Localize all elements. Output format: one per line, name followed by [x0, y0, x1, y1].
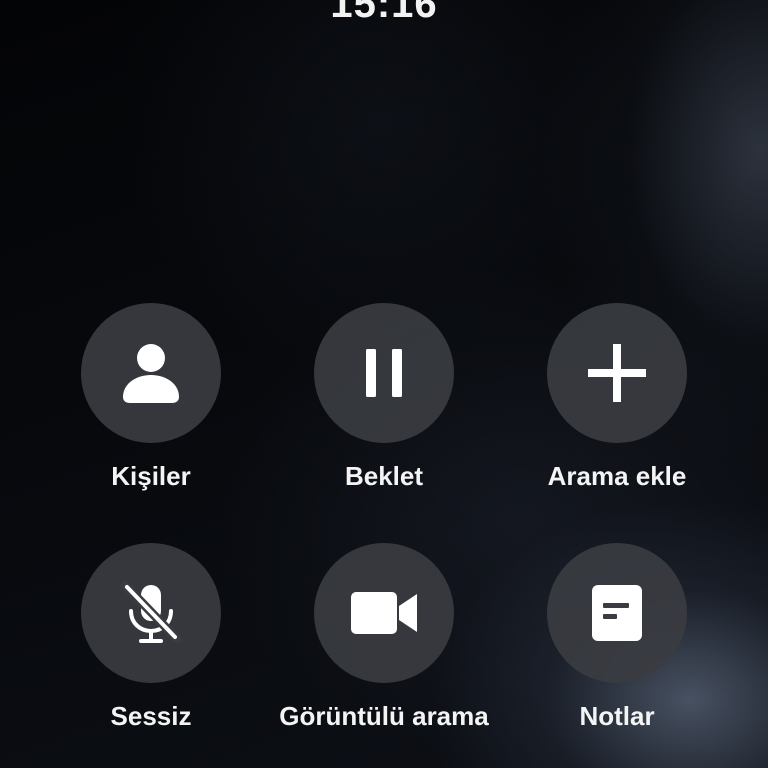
person-icon: [121, 341, 181, 405]
hold-circle[interactable]: [314, 303, 454, 443]
in-call-action-grid: Kişiler Beklet Arama ekle Sessiz Görüntü…: [0, 0, 768, 768]
notes-label: Notlar: [579, 701, 655, 731]
mic-off-icon: [119, 581, 183, 645]
video-call-label: Görüntülü arama: [279, 701, 489, 731]
contacts-circle[interactable]: [81, 303, 221, 443]
contacts-button[interactable]: Kişiler: [31, 303, 271, 492]
mute-circle[interactable]: [81, 543, 221, 683]
notes-button[interactable]: Notlar: [497, 543, 737, 732]
mute-label: Sessiz: [110, 701, 192, 731]
pause-icon: [362, 347, 406, 399]
video-camera-icon: [349, 589, 419, 637]
add-call-label: Arama ekle: [547, 461, 687, 491]
mute-button[interactable]: Sessiz: [31, 543, 271, 732]
notes-circle[interactable]: [547, 543, 687, 683]
plus-icon: [586, 342, 648, 404]
note-icon: [590, 583, 644, 643]
video-call-button[interactable]: Görüntülü arama: [264, 543, 504, 732]
video-call-circle[interactable]: [314, 543, 454, 683]
hold-label: Beklet: [344, 461, 424, 491]
contacts-label: Kişiler: [111, 461, 191, 491]
hold-button[interactable]: Beklet: [264, 303, 504, 492]
add-call-button[interactable]: Arama ekle: [497, 303, 737, 492]
add-call-circle[interactable]: [547, 303, 687, 443]
